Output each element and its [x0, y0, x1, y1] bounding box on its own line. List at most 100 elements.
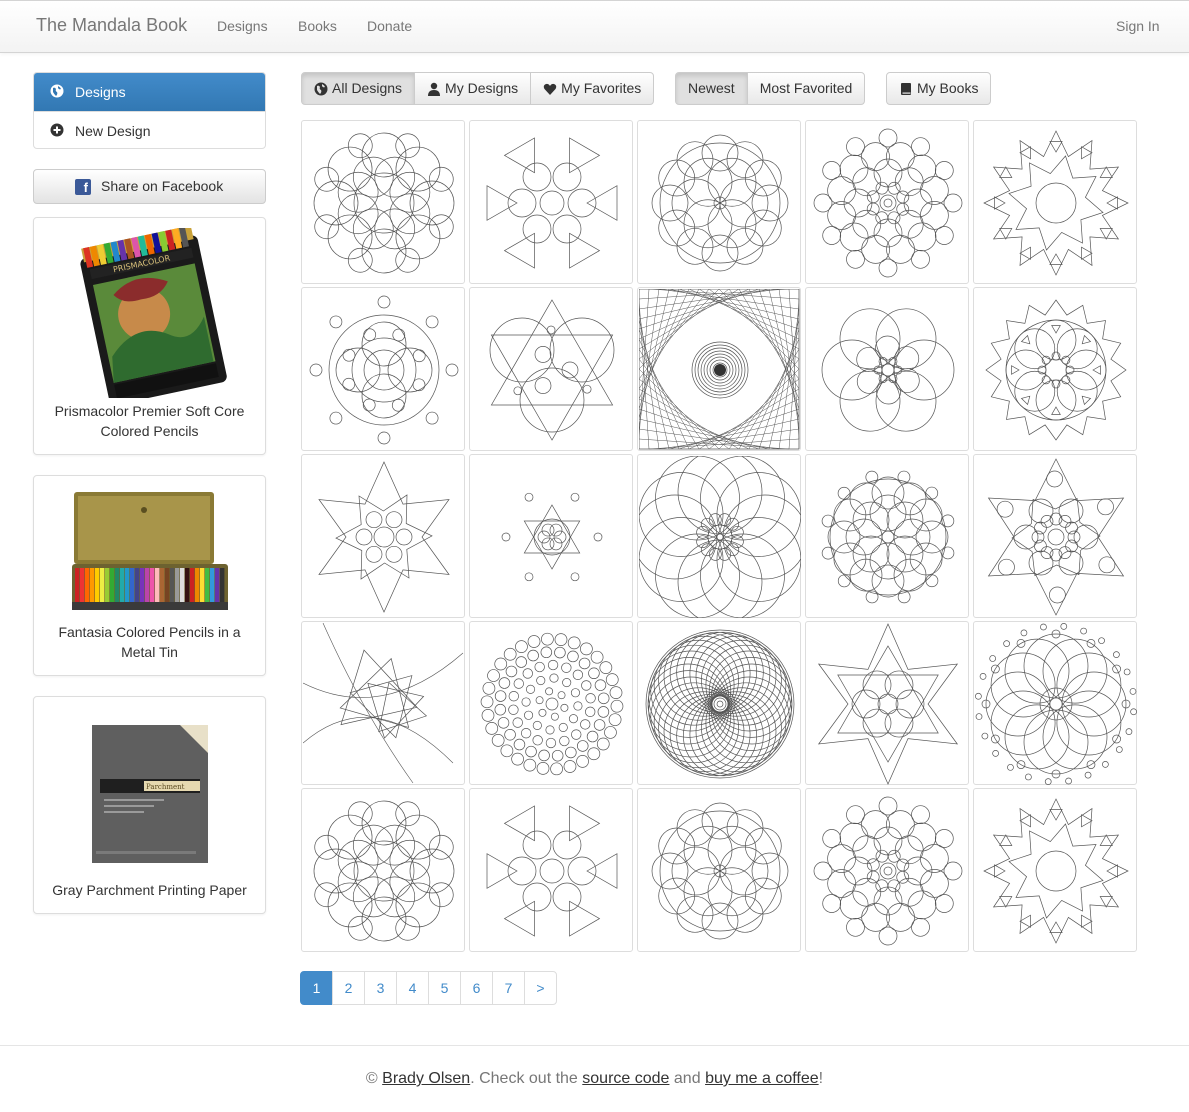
footer-end: ! [818, 1070, 824, 1087]
page-next-link[interactable]: > [524, 971, 557, 1005]
design-tile-double-star[interactable] [301, 454, 465, 618]
nav-designs-link[interactable]: Designs [217, 18, 268, 34]
design-tile-star-rosette[interactable] [973, 287, 1137, 451]
sidebar-nav: Designs New Design [33, 72, 266, 149]
design-tile-star-triangle[interactable] [973, 120, 1137, 284]
book-icon [901, 82, 911, 95]
mandala-thumbnail [821, 308, 955, 432]
design-grid [301, 120, 1141, 955]
page-link-6[interactable]: 6 [460, 971, 493, 1005]
sort-newest-button[interactable]: Newest [675, 72, 748, 105]
my-books-label: My Books [917, 80, 979, 96]
page-link-1[interactable]: 1 [300, 971, 333, 1005]
globe-icon [314, 82, 328, 95]
design-tile-circle-cluster[interactable] [301, 120, 465, 284]
sidebar-item-label: New Design [75, 123, 151, 139]
footer: © Brady Olsen. Check out the source code… [0, 1045, 1189, 1112]
product-title[interactable]: Gray Parchment Printing Paper [44, 880, 255, 900]
design-tile-dense-circle-ring[interactable] [805, 788, 969, 952]
plus-circle-icon [50, 123, 64, 137]
user-icon [428, 82, 441, 96]
prismacolor-tin-image: PRISMACOLOR [80, 228, 227, 398]
top-navbar: The Mandala Book Designs Books Donate Si… [0, 0, 1189, 53]
product-card-fantasia[interactable]: Fantasia Colored Pencils in a Metal Tin [33, 475, 266, 676]
coffee-link[interactable]: buy me a coffee [705, 1070, 819, 1087]
mandala-thumbnail [313, 800, 455, 942]
heart-icon [543, 83, 557, 95]
design-tile-hexagram-rosette[interactable] [973, 454, 1137, 618]
footer-text: © Brady Olsen. Check out the source code… [0, 1070, 1189, 1088]
mandala-thumbnail [987, 458, 1125, 616]
page-link-5[interactable]: 5 [428, 971, 461, 1005]
design-tile-petal-rosette[interactable] [637, 120, 801, 284]
svg-text:Parchment: Parchment [146, 783, 185, 791]
page-link-7[interactable]: 7 [492, 971, 525, 1005]
filter-button-group: All Designs My Designs My Favorites [301, 72, 655, 105]
mandala-thumbnail [983, 798, 1129, 944]
design-tile-triangle-hexagram[interactable] [805, 621, 969, 785]
share-facebook-button[interactable]: f Share on Facebook [33, 169, 266, 204]
sort-most-favorited-label: Most Favorited [759, 80, 853, 96]
mandala-thumbnail [975, 623, 1137, 785]
nav-donate-link[interactable]: Donate [367, 18, 412, 34]
fantasia-tin-image [72, 492, 228, 610]
sidebar-item-designs[interactable]: Designs [34, 73, 265, 111]
brand-link[interactable]: The Mandala Book [36, 15, 187, 36]
sort-most-favorited-button[interactable]: Most Favorited [746, 72, 866, 105]
mandala-thumbnail [489, 299, 615, 441]
design-tile-petal-rosette[interactable] [637, 788, 801, 952]
design-tile-dense-circle-ring[interactable] [805, 120, 969, 284]
mandala-thumbnail [985, 299, 1127, 441]
design-tile-small-star-dots[interactable] [469, 454, 633, 618]
my-favorites-button[interactable]: My Favorites [530, 72, 655, 105]
design-tile-triangle-pattern[interactable] [469, 120, 633, 284]
product-card-parchment[interactable]: Parchment Gray Parchment Printing Paper [33, 696, 266, 914]
author-link[interactable]: Brady Olsen [382, 1070, 470, 1087]
page-link-4[interactable]: 4 [396, 971, 429, 1005]
books-button-group: My Books [886, 72, 992, 105]
source-code-link[interactable]: source code [582, 1070, 669, 1087]
mandala-thumbnail [639, 456, 801, 618]
design-tile-triangle-pattern[interactable] [469, 788, 633, 952]
design-tile-dot-field[interactable] [469, 621, 633, 785]
share-facebook-label: Share on Facebook [101, 178, 224, 194]
mandala-thumbnail [821, 470, 955, 604]
product-title[interactable]: Fantasia Colored Pencils in a Metal Tin [44, 622, 255, 662]
product-card-prismacolor[interactable]: PRISMACOLOR Prismacolor Premier Soft Cor… [33, 217, 266, 455]
my-favorites-label: My Favorites [561, 80, 642, 96]
footer-text-2: and [673, 1070, 701, 1087]
design-tile-spirograph[interactable] [637, 621, 801, 785]
sort-button-group: Newest Most Favorited [675, 72, 866, 105]
mandala-thumbnail [813, 796, 963, 946]
my-books-button[interactable]: My Books [886, 72, 992, 105]
design-tile-spaced-circles[interactable] [301, 287, 465, 451]
my-designs-button[interactable]: My Designs [414, 72, 532, 105]
product-title[interactable]: Prismacolor Premier Soft Core Colored Pe… [44, 401, 255, 441]
design-tile-star-triangle[interactable] [973, 788, 1137, 952]
all-designs-button[interactable]: All Designs [301, 72, 416, 105]
sidebar-item-new-design[interactable]: New Design [34, 111, 265, 148]
mandala-thumbnail [501, 492, 603, 582]
page-link-3[interactable]: 3 [364, 971, 397, 1005]
copyright-symbol: © [365, 1070, 378, 1087]
my-designs-label: My Designs [445, 80, 519, 96]
design-tile-ring-of-circles[interactable] [973, 621, 1137, 785]
sign-in-link[interactable]: Sign In [1116, 18, 1160, 34]
mandala-thumbnail [651, 134, 789, 272]
page-link-2[interactable]: 2 [332, 971, 365, 1005]
mandala-thumbnail [639, 289, 800, 450]
sort-newest-label: Newest [688, 80, 735, 96]
design-tile-petal-rosette-large[interactable] [805, 287, 969, 451]
mandala-thumbnail [813, 128, 963, 278]
globe-icon [50, 84, 64, 98]
design-tile-circle-ring-center[interactable] [805, 454, 969, 618]
design-tile-arc-triangles[interactable] [301, 621, 465, 785]
footer-text-1: . Check out the [470, 1070, 578, 1087]
nav-books-link[interactable]: Books [298, 18, 337, 34]
mandala-thumbnail [817, 623, 959, 785]
design-tile-circle-cluster[interactable] [301, 788, 465, 952]
design-tile-triangle-circles[interactable] [469, 287, 633, 451]
design-tile-string-art[interactable] [637, 287, 801, 451]
design-tile-petal-arcs[interactable] [637, 454, 801, 618]
mandala-thumbnail [651, 802, 789, 940]
